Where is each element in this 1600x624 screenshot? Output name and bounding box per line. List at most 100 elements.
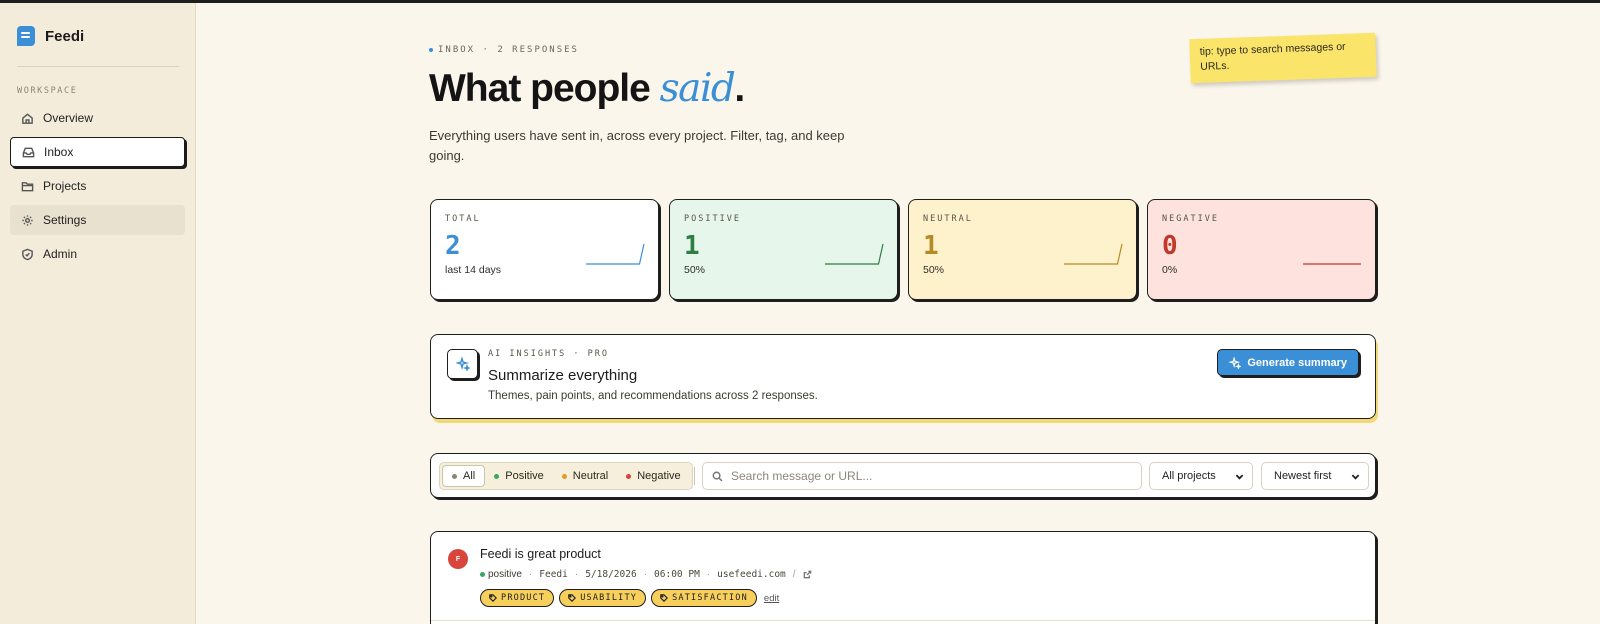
brand[interactable]: Feedi — [17, 25, 84, 47]
page-eyebrow: INBOX · 2 RESPONSES — [429, 45, 579, 55]
sentiment-text: positive — [488, 569, 522, 580]
sidebar-item-settings[interactable]: Settings — [10, 205, 185, 235]
stat-label: TOTAL — [445, 214, 481, 224]
sparkline-path — [825, 243, 884, 265]
brand-name: Feedi — [45, 27, 85, 45]
sidebar-item-admin[interactable]: Admin — [10, 239, 185, 269]
feedback-time: 06:00 PM — [654, 569, 700, 580]
feedback-title[interactable]: Feedi is great product — [480, 547, 601, 561]
stat-card-neutral: NEUTRAL 1 50% — [908, 199, 1137, 300]
stat-sub: 50% — [923, 264, 945, 276]
filter-label: Positive — [505, 470, 544, 482]
search-icon — [712, 471, 723, 481]
feedi-logo-icon — [17, 26, 35, 46]
page-subtitle: Everything users have sent in, across ev… — [429, 128, 845, 163]
stat-sub: 0% — [1162, 264, 1178, 276]
title-end: . — [734, 67, 745, 110]
home-icon — [22, 112, 33, 124]
tip-sticky-note: tip: type to search messages or URLs. — [1189, 32, 1377, 84]
sidebar-item-label: Settings — [43, 213, 87, 227]
meta-separator: · — [643, 569, 648, 580]
filter-negative[interactable]: Negative — [617, 465, 689, 487]
chevron-down-icon — [1235, 474, 1244, 480]
tag-chip[interactable]: PRODUCT — [480, 589, 555, 607]
inbox-icon — [22, 147, 35, 157]
sidebar-item-label: Overview — [43, 111, 94, 125]
filter-bar: All Positive Neutral Negative All projec… — [430, 453, 1376, 498]
sparkline-path — [1064, 243, 1123, 265]
filter-positive[interactable]: Positive — [485, 465, 553, 487]
sidebar-item-overview[interactable]: Overview — [10, 103, 185, 133]
feedback-meta: positive · Feedi · 5/18/2026 · 06:00 PM … — [480, 569, 812, 580]
avatar: F — [448, 549, 468, 569]
feedback-tags: PRODUCT USABILITY SATISFACTION edit — [480, 589, 779, 607]
stat-sub: 50% — [684, 264, 706, 276]
filter-dot-icon — [494, 473, 500, 479]
ai-eyebrow: AI INSIGHTS · PRO — [488, 349, 609, 359]
stat-sub: last 14 days — [445, 264, 502, 276]
shield-icon — [22, 248, 33, 260]
top-border — [0, 0, 1600, 3]
feedback-date: 5/18/2026 — [585, 569, 637, 580]
sentiment-dot-icon — [480, 572, 485, 577]
sort-select[interactable]: Newest first — [1261, 462, 1369, 490]
search-input[interactable] — [731, 469, 1131, 483]
external-link-icon[interactable] — [803, 570, 812, 579]
sidebar-item-label: Inbox — [44, 145, 74, 159]
filter-neutral[interactable]: Neutral — [553, 465, 617, 487]
eyebrow-text: INBOX · 2 RESPONSES — [438, 45, 579, 55]
tag-icon — [568, 594, 577, 602]
generate-summary-button[interactable]: Generate summary — [1217, 349, 1359, 376]
ai-description: Themes, pain points, and recommendations… — [488, 390, 818, 402]
sidebar-divider — [17, 66, 179, 67]
filter-dot-icon — [452, 473, 457, 479]
sidebar: Feedi WORKSPACE Overview Inbox Projects … — [0, 3, 196, 624]
tag-chip[interactable]: USABILITY — [559, 589, 647, 607]
sparkle-icon — [1229, 356, 1242, 369]
tag-icon — [489, 594, 497, 602]
project-select[interactable]: All projects — [1149, 462, 1253, 490]
filter-all[interactable]: All — [442, 465, 486, 487]
search-box[interactable] — [702, 462, 1142, 490]
feedback-list: F Feedi is great product positive · Feed… — [430, 531, 1376, 624]
tag-label: SATISFACTION — [672, 593, 748, 603]
meta-separator: · — [706, 569, 711, 580]
stat-card-negative: NEGATIVE 0 0% — [1147, 199, 1376, 300]
gear-icon — [22, 214, 33, 226]
sparkline-path — [586, 243, 645, 265]
filter-dot-icon — [561, 473, 567, 479]
sparkline-neutral — [1064, 243, 1123, 265]
sparkline-total — [586, 243, 645, 265]
sort-select-value: Newest first — [1274, 470, 1332, 482]
filter-label: All — [463, 470, 476, 482]
feedback-url[interactable]: usefeedi.com — [717, 569, 786, 580]
sentiment-filter: All Positive Neutral Negative — [439, 462, 693, 490]
tag-chip[interactable]: SATISFACTION — [651, 589, 757, 607]
filter-label: Neutral — [572, 470, 609, 482]
sidebar-section-label: WORKSPACE — [17, 86, 78, 96]
filter-dot-icon — [626, 473, 632, 479]
tag-label: USABILITY — [580, 593, 638, 603]
stat-card-positive: POSITIVE 1 50% — [669, 199, 898, 300]
sentiment-badge: positive — [480, 569, 522, 580]
generate-summary-label: Generate summary — [1247, 356, 1347, 369]
title-main: What people — [429, 67, 660, 110]
stat-label: POSITIVE — [684, 214, 741, 224]
project-select-value: All projects — [1162, 470, 1216, 482]
stat-card-total: TOTAL 2 last 14 days — [430, 199, 659, 300]
ai-title: Summarize everything — [488, 367, 638, 384]
stat-label: NEGATIVE — [1162, 214, 1219, 224]
sidebar-item-inbox[interactable]: Inbox — [10, 137, 185, 167]
edit-tags-link[interactable]: edit — [764, 593, 779, 604]
list-divider — [431, 620, 1375, 621]
stat-label: NEUTRAL — [923, 214, 973, 224]
sidebar-item-projects[interactable]: Projects — [10, 171, 185, 201]
tag-icon — [660, 594, 669, 602]
feedback-url-suffix: / — [792, 569, 796, 580]
ai-insights-panel: AI INSIGHTS · PRO Summarize everything T… — [430, 334, 1376, 419]
sparkline-negative — [1303, 263, 1361, 265]
feedback-project: Feedi — [539, 569, 568, 580]
page-title: What people said. — [429, 66, 745, 111]
sparkle-icon — [447, 349, 478, 379]
eyebrow-dot-icon — [429, 48, 433, 52]
